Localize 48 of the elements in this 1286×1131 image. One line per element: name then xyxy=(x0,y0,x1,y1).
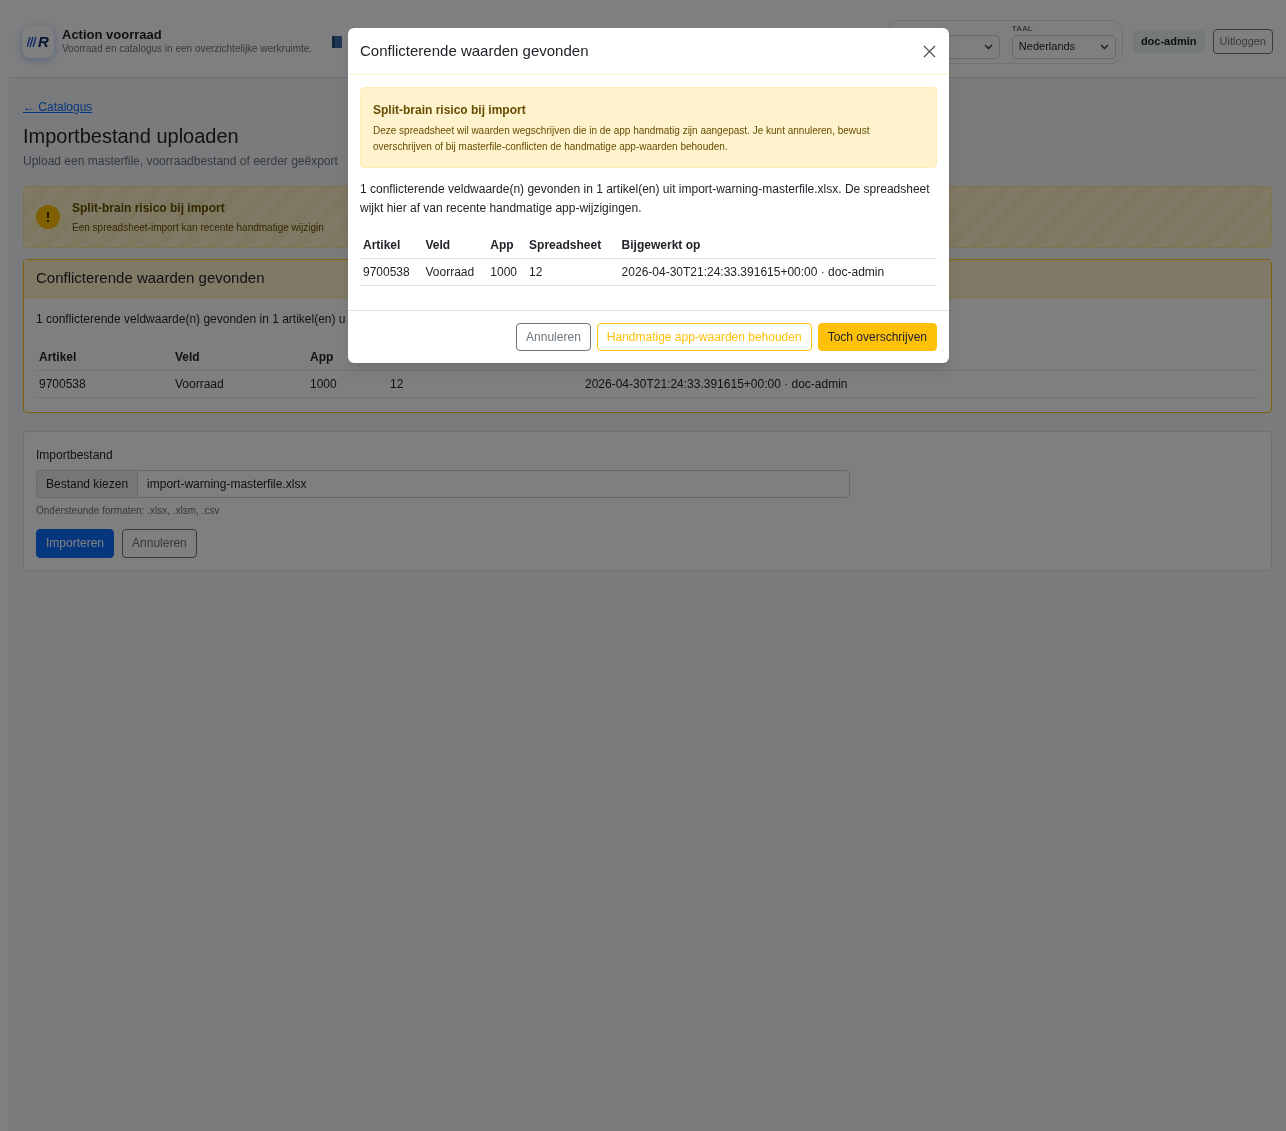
table-cell: 9700538 xyxy=(360,258,423,286)
table-cell: 12 xyxy=(387,370,582,397)
keep-values-button[interactable]: Handmatige app-waarden behouden xyxy=(596,323,812,351)
table-cell: 2026-04-30T21:24:33.391615+00:00 · doc-admin xyxy=(582,370,1259,397)
column-header: Artikel xyxy=(36,343,172,370)
alert-text: Deze spreadsheet wil waarden wegschrijven die in de app handmatig zijn aangepast. Je kunt annuleren, bewust overschrijven of bij masterfile-conflicten de handmatige app-waarden behouden. xyxy=(373,124,871,154)
column-header: Spreadsheet xyxy=(526,232,619,259)
modal-title: Conflicterende waarden gevonden xyxy=(360,40,589,61)
chevron-down-icon xyxy=(983,43,993,50)
column-header: Artikel xyxy=(360,232,423,259)
column-header: App xyxy=(487,232,527,259)
column-header: Veld xyxy=(422,232,488,259)
page-subtitle: Upload een masterfile, voorraadbestand of eerder geëxport xyxy=(23,153,339,170)
exclamation-icon xyxy=(36,205,60,229)
chevron-down-icon xyxy=(1099,43,1109,50)
warning-text: Een spreadsheet-import kan recente handmatige wijzigin xyxy=(72,221,324,235)
warning-title: Split-brain risico bij import xyxy=(72,200,226,217)
table-cell: 2026-04-30T21:24:33.391615+00:00 · doc-admin xyxy=(618,258,937,286)
table-cell: 12 xyxy=(526,258,619,286)
close-button[interactable] xyxy=(921,43,937,59)
logo-icon: R xyxy=(22,25,54,58)
cancel-button[interactable]: Annuleren xyxy=(122,528,197,558)
language-select[interactable]: Nederlands xyxy=(1011,34,1116,59)
overwrite-button[interactable]: Toch overschrijven xyxy=(817,323,937,351)
table-cell: Voorraad xyxy=(172,370,307,397)
column-header: Veld xyxy=(172,343,307,370)
app-title: Action voorraad xyxy=(62,27,163,44)
app-subtitle: Voorraad en catalogus in een overzichtelijke werkruimte. xyxy=(62,43,313,56)
logout-button[interactable]: Uitloggen xyxy=(1212,29,1273,54)
alert-title: Split-brain risico bij import xyxy=(373,102,527,119)
file-input[interactable]: Bestand kiezen import-warning-masterfile.xlsx xyxy=(36,469,850,498)
page-title: Importbestand uploaden xyxy=(23,124,239,149)
table-cell: 1000 xyxy=(487,258,527,286)
book-icon xyxy=(331,34,344,49)
table-cell: 1000 xyxy=(307,370,387,397)
table-cell: Voorraad xyxy=(422,258,488,286)
import-button[interactable]: Importeren xyxy=(36,528,115,558)
modal-summary: 1 conflicterende veldwaarde(n) gevonden in 1 artikel(en) uit import-warning-masterfile.xlsx. De spreadsheet wijkt hier af van recente handmatige app-wijzigingen. xyxy=(360,181,931,217)
field-label: Importbestand xyxy=(36,446,114,464)
column-header: Bijgewerkt op xyxy=(618,232,937,259)
language-label: TAAL xyxy=(1011,22,1034,35)
back-link[interactable]: ← Catalogus xyxy=(23,100,93,114)
conflicts-summary: 1 conflicterende veldwaarde(n) gevonden in 1 artikel(en) u xyxy=(36,310,347,328)
column-header: App xyxy=(307,343,387,370)
table-cell: 9700538 xyxy=(36,370,172,397)
cancel-button[interactable]: Annuleren xyxy=(516,323,591,351)
user-name: doc-admin xyxy=(1132,30,1205,53)
help-text: Ondersteunde formaten: .xlsx, .xlsm, .csv xyxy=(36,503,221,518)
